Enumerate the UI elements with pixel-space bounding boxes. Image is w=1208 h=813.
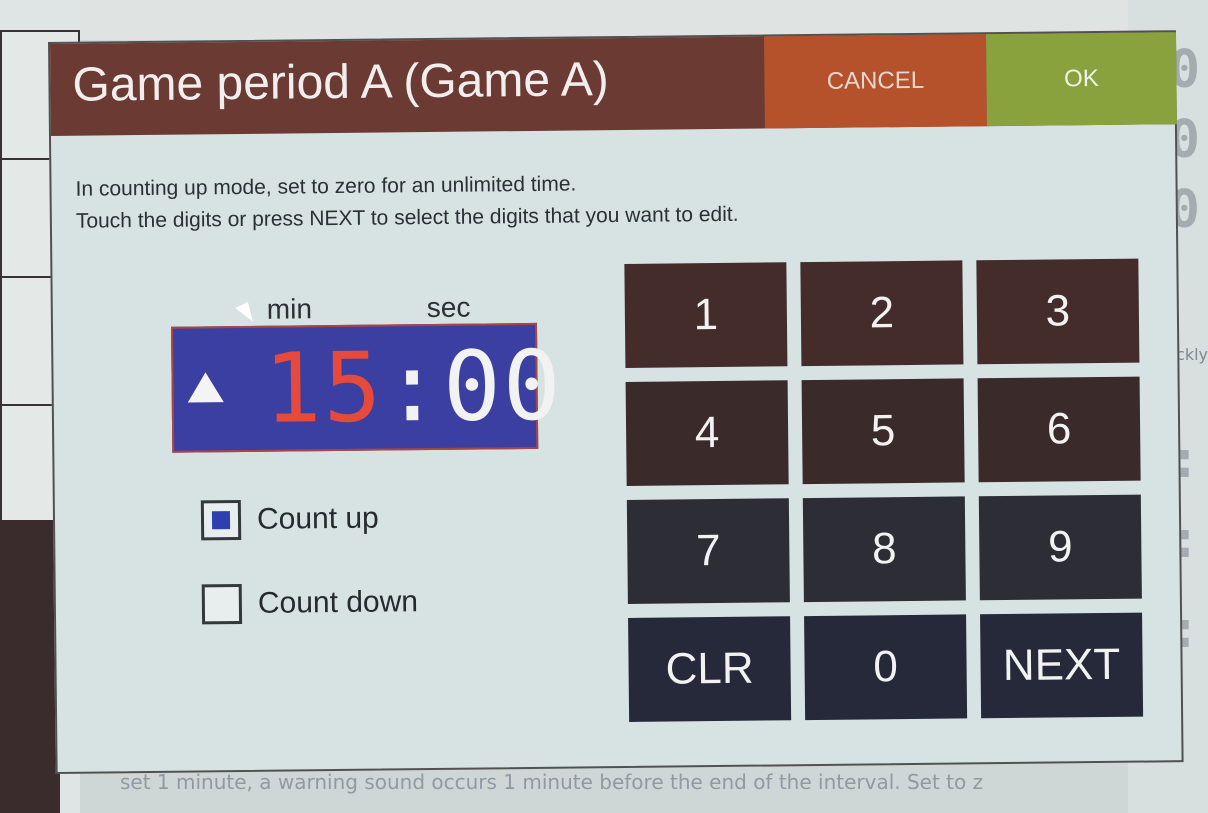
instruction-line: Touch the digits or press NEXT to select…: [75, 202, 739, 233]
dialog-titlebar: Game period A (Game A) CANCEL OK: [50, 32, 1177, 136]
time-digits: 15:00: [263, 330, 563, 445]
key-1[interactable]: 1: [624, 262, 788, 368]
mouse-pointer-icon: [235, 301, 257, 326]
key-2[interactable]: 2: [800, 260, 964, 367]
next-key[interactable]: NEXT: [980, 612, 1144, 719]
dialog-title: Game period A (Game A): [72, 53, 609, 112]
count-up-checkbox[interactable]: [200, 500, 242, 541]
count-down-checkbox[interactable]: [201, 584, 243, 625]
ok-button[interactable]: OK: [985, 32, 1177, 127]
count-up-label: Count up: [256, 501, 379, 536]
key-0[interactable]: 0: [804, 614, 968, 721]
minutes-unit-label: min: [266, 293, 313, 325]
count-up-option[interactable]: Count up: [200, 499, 379, 541]
numeric-keypad: 1 2 3 4 5 6 7 8 9 CLR 0 NEXT: [624, 258, 1144, 722]
instructions: In counting up mode, set to zero for an …: [75, 167, 738, 238]
key-6[interactable]: 6: [977, 376, 1141, 483]
count-down-option[interactable]: Count down: [201, 582, 419, 625]
seconds-unit-label: sec: [426, 291, 471, 324]
key-4[interactable]: 4: [625, 380, 789, 486]
background-help-text: set 1 minute, a warning sound occurs 1 m…: [120, 770, 984, 794]
seconds-digits[interactable]: 00: [442, 330, 563, 443]
minutes-digits[interactable]: 15: [263, 332, 384, 445]
clear-key[interactable]: CLR: [628, 616, 792, 722]
background-dark-block: [0, 520, 60, 813]
key-8[interactable]: 8: [802, 496, 966, 603]
game-period-dialog: Game period A (Game A) CANCEL OK In coun…: [48, 30, 1184, 774]
time-separator: :: [382, 330, 444, 444]
time-display[interactable]: 15:00: [170, 322, 563, 453]
up-triangle-icon[interactable]: [187, 372, 224, 403]
key-3[interactable]: 3: [976, 258, 1140, 365]
key-9[interactable]: 9: [978, 494, 1142, 601]
key-7[interactable]: 7: [626, 498, 790, 604]
cancel-button[interactable]: CANCEL: [763, 34, 987, 129]
count-down-label: Count down: [257, 585, 419, 620]
key-5[interactable]: 5: [801, 378, 965, 485]
